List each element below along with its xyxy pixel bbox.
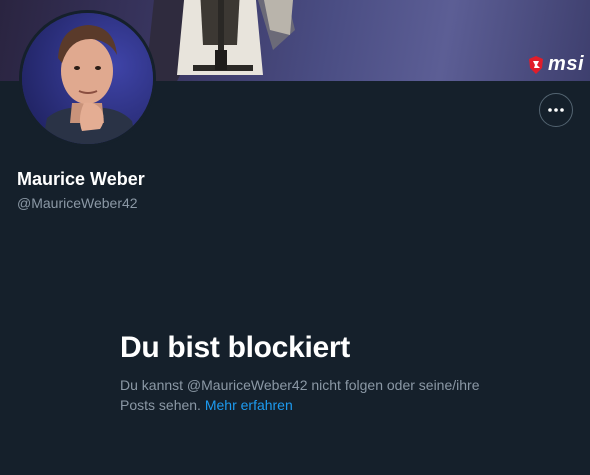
profile-handle: @MauriceWeber42 — [17, 195, 138, 211]
blocked-message-text: Du kannst @MauriceWeber42 nicht folgen o… — [120, 377, 480, 413]
learn-more-link[interactable]: Mehr erfahren — [205, 397, 293, 413]
more-horizontal-icon — [548, 108, 564, 112]
msi-logo: msi — [527, 53, 584, 76]
profile-display-name: Maurice Weber — [17, 169, 145, 189]
msi-dragon-icon — [529, 55, 544, 74]
blocked-message: Du kannst @MauriceWeber42 nicht folgen o… — [120, 375, 480, 415]
more-options-button[interactable] — [539, 93, 573, 127]
banner-figure-image — [145, 0, 295, 81]
msi-logo-text: msi — [548, 53, 584, 75]
blocked-title: Du bist blockiert — [120, 331, 350, 364]
avatar[interactable] — [19, 10, 156, 147]
avatar-image — [22, 13, 153, 144]
